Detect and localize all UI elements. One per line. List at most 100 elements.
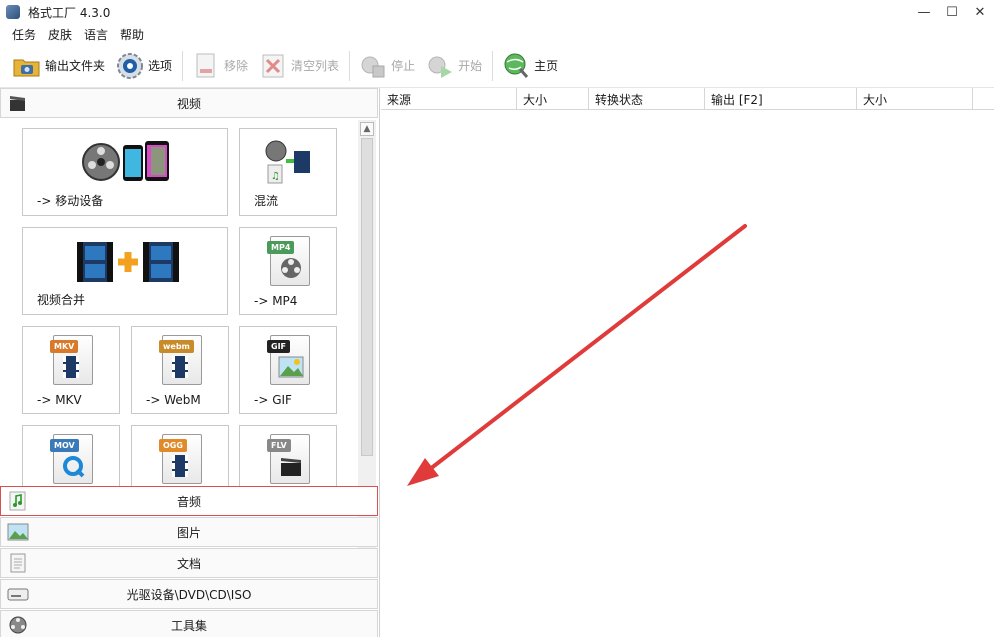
filmstrip-icon — [172, 455, 188, 477]
gear-icon — [117, 52, 144, 79]
document-icon — [10, 553, 26, 573]
picture-icon — [7, 523, 29, 541]
mobile-device-icon — [82, 141, 169, 181]
tile-mp4[interactable]: MP4 -> MP4 — [239, 227, 337, 315]
close-button[interactable]: ✕ — [966, 0, 994, 24]
mp4-file-icon: MP4 — [267, 236, 310, 286]
tile-label: -> GIF — [254, 393, 292, 407]
webm-file-icon: webm — [159, 335, 202, 385]
filmstrip-icon — [172, 356, 188, 378]
window-title: 格式工厂 4.3.0 — [28, 5, 111, 20]
category-disc[interactable]: 光驱设备\DVD\CD\ISO — [0, 579, 378, 609]
video-join-icon — [77, 242, 179, 282]
remove-button[interactable]: 移除 — [187, 48, 252, 84]
menu-language[interactable]: 语言 — [78, 26, 114, 43]
folder-icon — [13, 59, 40, 76]
scroll-up-arrow[interactable]: ▲ — [360, 122, 374, 136]
toolbar-separator — [182, 50, 184, 81]
category-tools[interactable]: 工具集 — [0, 610, 378, 637]
tile-label: -> 移动设备 — [37, 194, 104, 208]
category-document-label: 文档 — [176, 556, 201, 571]
tile-mkv[interactable]: MKV -> MKV — [22, 326, 120, 414]
tools-reel-icon — [9, 616, 27, 634]
disc-drive-icon — [7, 588, 29, 601]
globe-icon — [504, 53, 529, 78]
category-tools-label: 工具集 — [170, 618, 207, 633]
menu-skin[interactable]: 皮肤 — [42, 26, 78, 43]
tile-mux[interactable]: ♫ 混流 — [239, 128, 337, 216]
clear-x-icon — [262, 54, 284, 77]
mp4-badge: MP4 — [267, 241, 295, 254]
category-panel: 视频 -> 移动设备 ♫ 混流 视频合并 MP4 -> MP4 MKV -> M… — [0, 88, 380, 637]
toolbar-separator — [349, 50, 351, 81]
tile-label: -> MKV — [37, 393, 82, 407]
remove-doc-icon — [196, 53, 215, 77]
flv-file-icon: FLV — [267, 434, 310, 484]
maximize-button[interactable]: ☐ — [938, 0, 966, 24]
output-folder-label: 输出文件夹 — [45, 59, 106, 73]
tile-video-join[interactable]: 视频合并 — [22, 227, 228, 315]
category-disc-label: 光驱设备\DVD\CD\ISO — [126, 587, 252, 602]
window-controls: — ☐ ✕ — [910, 0, 994, 24]
annotation-arrow — [407, 224, 747, 486]
start-button[interactable]: 开始 — [421, 48, 486, 84]
start-icon — [428, 56, 453, 78]
format-factory-icon — [6, 5, 20, 19]
svg-text:♫: ♫ — [271, 171, 280, 182]
tile-webm[interactable]: webm -> WebM — [131, 326, 229, 414]
category-document[interactable]: 文档 — [0, 548, 378, 578]
arrow-shaft — [419, 224, 747, 478]
toolbar: 输出文件夹 选项 移除 清空列表 停止 开始 主页 — [0, 44, 994, 88]
film-reel-icon — [281, 258, 301, 278]
category-video[interactable]: 视频 — [0, 88, 378, 118]
clear-list-button[interactable]: 清空列表 — [254, 48, 343, 84]
tile-mobile-device[interactable]: -> 移动设备 — [22, 128, 228, 216]
quicktime-icon — [63, 456, 85, 478]
menu-bar: 任务 皮肤 语言 帮助 — [0, 24, 150, 44]
clear-list-label: 清空列表 — [291, 59, 340, 73]
mux-icon: ♫ — [265, 140, 310, 184]
home-label: 主页 — [534, 59, 559, 73]
stop-icon — [361, 56, 385, 77]
category-image[interactable]: 图片 — [0, 517, 378, 547]
menu-task[interactable]: 任务 — [6, 26, 42, 43]
mov-file-icon: MOV — [50, 434, 93, 484]
menu-help[interactable]: 帮助 — [114, 26, 150, 43]
mkv-file-icon: MKV — [50, 335, 93, 385]
mkv-badge: MKV — [50, 340, 79, 353]
category-audio-label: 音频 — [176, 494, 201, 509]
filmstrip-icon — [63, 356, 79, 378]
tile-label: -> MP4 — [254, 294, 298, 308]
webm-badge: webm — [159, 340, 194, 353]
ogg-badge: OGG — [159, 439, 187, 452]
tile-label: -> WebM — [146, 393, 201, 407]
gif-badge: GIF — [267, 340, 291, 353]
mov-badge: MOV — [50, 439, 79, 452]
home-button[interactable]: 主页 — [497, 48, 562, 84]
flv-badge: FLV — [267, 439, 291, 452]
scroll-thumb[interactable] — [361, 138, 373, 456]
title-bar: 格式工厂 4.3.0 — ☐ ✕ — [0, 0, 994, 24]
stop-label: 停止 — [391, 59, 416, 73]
minimize-button[interactable]: — — [910, 0, 938, 24]
category-audio[interactable]: 音频 — [0, 486, 378, 516]
start-label: 开始 — [458, 59, 483, 73]
output-folder-button[interactable]: 输出文件夹 — [8, 48, 109, 84]
stop-button[interactable]: 停止 — [354, 48, 419, 84]
ogg-file-icon: OGG — [159, 434, 202, 484]
picture-icon — [278, 356, 304, 378]
tile-label: 视频合并 — [37, 293, 86, 307]
music-note-icon — [9, 491, 26, 511]
remove-label: 移除 — [224, 59, 249, 73]
gif-file-icon: GIF — [267, 335, 310, 385]
category-video-label: 视频 — [176, 96, 201, 111]
tile-label: 混流 — [254, 194, 279, 208]
toolbar-separator — [492, 50, 494, 81]
tile-gif[interactable]: GIF -> GIF — [239, 326, 337, 414]
clapperboard-icon — [281, 458, 301, 476]
category-image-label: 图片 — [176, 525, 201, 540]
clapperboard-icon — [10, 96, 25, 111]
options-label: 选项 — [148, 59, 173, 73]
options-button[interactable]: 选项 — [111, 48, 176, 84]
arrow-head — [407, 458, 439, 486]
